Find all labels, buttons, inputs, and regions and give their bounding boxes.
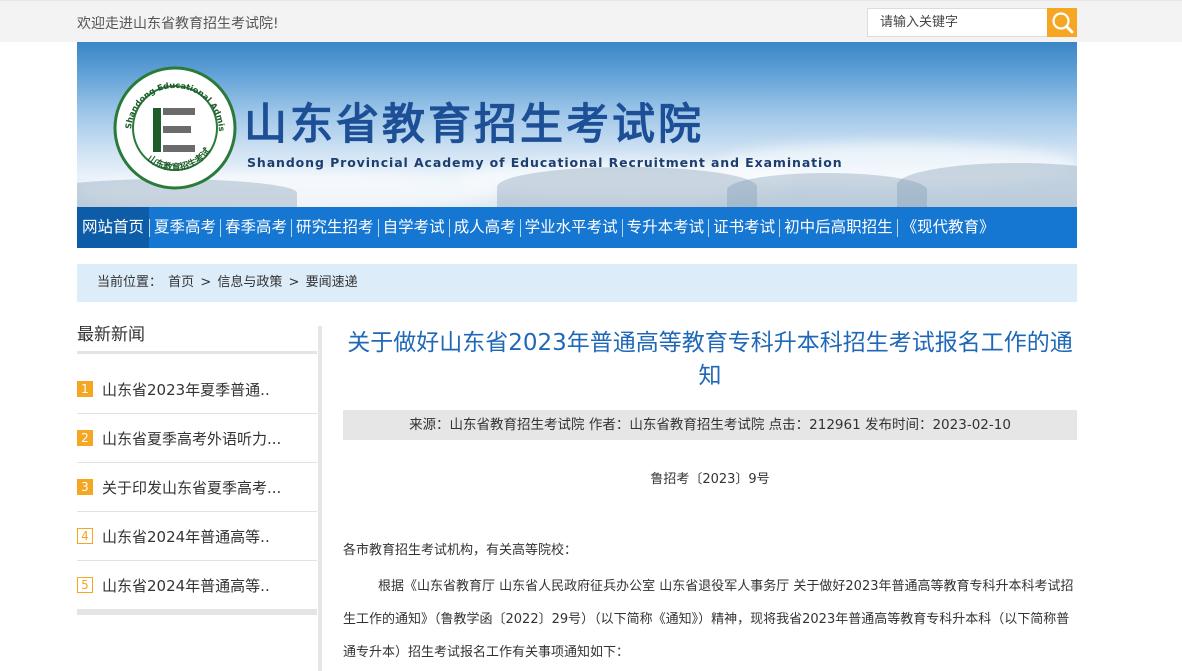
- nav-item-vocational-admission[interactable]: 初中后高职招生: [780, 207, 897, 248]
- breadcrumb-news[interactable]: 要闻速递: [306, 275, 358, 290]
- nav-item-spring-exam[interactable]: 春季高考: [221, 207, 291, 248]
- nav-item-academic-level-exam[interactable]: 学业水平考试: [521, 207, 622, 248]
- sidebar-bottom-bar: [77, 609, 317, 615]
- welcome-text: 欢迎走进山东省教育招生考试院!: [77, 16, 279, 32]
- article: 关于做好山东省2023年普通高等教育专科升本科招生考试报名工作的通知 来源：山东…: [343, 320, 1077, 660]
- nav-item-self-study-exam[interactable]: 自学考试: [379, 207, 449, 248]
- breadcrumb-separator: >: [200, 275, 212, 290]
- column-divider: [318, 326, 322, 671]
- breadcrumb: 当前位置： 首页 > 信息与政策 > 要闻速递: [77, 264, 1077, 302]
- nav-item-summer-exam[interactable]: 夏季高考: [150, 207, 220, 248]
- latest-news-sidebar: 最新新闻 1 山东省2023年夏季普通.. 2 山东省夏季高考外语听力... 3…: [77, 320, 317, 620]
- breadcrumb-home[interactable]: 首页: [168, 275, 194, 290]
- news-title[interactable]: 关于印发山东省夏季高考...: [102, 477, 281, 498]
- search-button[interactable]: [1047, 8, 1077, 37]
- nav-item-home[interactable]: 网站首页: [77, 207, 150, 248]
- news-item[interactable]: 2 山东省夏季高考外语听力...: [77, 414, 317, 463]
- rank-badge: 3: [77, 479, 93, 495]
- rank-badge: 2: [77, 430, 93, 446]
- header-banner: Shandong Educational Admission & Examina…: [77, 42, 1077, 207]
- breadcrumb-policy[interactable]: 信息与政策: [217, 275, 282, 290]
- nav-item-adult-exam[interactable]: 成人高考: [450, 207, 520, 248]
- breadcrumb-separator: >: [288, 275, 300, 290]
- news-list: 1 山东省2023年夏季普通.. 2 山东省夏季高考外语听力... 3 关于印发…: [77, 365, 317, 610]
- news-item[interactable]: 3 关于印发山东省夏季高考...: [77, 463, 317, 512]
- article-title: 关于做好山东省2023年普通高等教育专科升本科招生考试报名工作的通知: [347, 330, 1073, 389]
- site-subtitle: Shandong Provincial Academy of Education…: [247, 155, 843, 170]
- news-item[interactable]: 5 山东省2024年普通高等..: [77, 561, 317, 610]
- rank-badge: 1: [77, 381, 93, 397]
- search-box: [867, 8, 1077, 37]
- nav-item-modern-education[interactable]: 《现代教育》: [898, 207, 999, 248]
- main-nav: 网站首页 夏季高考 春季高考 研究生招考 自学考试 成人高考 学业水平考试 专升…: [77, 207, 1077, 248]
- news-item[interactable]: 4 山东省2024年普通高等..: [77, 512, 317, 561]
- top-bar: 欢迎走进山东省教育招生考试院!: [0, 0, 1182, 42]
- academy-logo: Shandong Educational Admission & Examina…: [113, 66, 237, 190]
- sidebar-divider: [77, 351, 317, 354]
- document-number: 鲁招考〔2023〕9号: [650, 472, 770, 487]
- nav-item-graduate-exam[interactable]: 研究生招考: [292, 207, 378, 248]
- sidebar-title: 最新新闻: [77, 325, 145, 345]
- search-icon: [1052, 12, 1074, 34]
- site-title: 山东省教育招生考试院: [244, 100, 704, 150]
- search-input[interactable]: [868, 9, 1048, 36]
- news-title[interactable]: 山东省2024年普通高等..: [102, 575, 270, 596]
- article-meta: 来源：山东省教育招生考试院 作者：山东省教育招生考试院 点击：212961 发布…: [343, 410, 1077, 440]
- news-title[interactable]: 山东省2024年普通高等..: [102, 526, 270, 547]
- news-item[interactable]: 1 山东省2023年夏季普通..: [77, 365, 317, 414]
- nav-item-certificate-exam[interactable]: 证书考试: [709, 207, 779, 248]
- article-body: 根据《山东省教育厅 山东省人民政府征兵办公室 山东省退役军人事务厅 关于做好20…: [343, 579, 1074, 660]
- rank-badge: 4: [77, 528, 93, 544]
- article-salutation: 各市教育招生考试机构，有关高等院校：: [343, 543, 578, 558]
- breadcrumb-prefix: 当前位置：: [97, 275, 163, 290]
- news-title[interactable]: 山东省夏季高考外语听力...: [102, 428, 281, 449]
- news-title[interactable]: 山东省2023年夏季普通..: [102, 379, 270, 400]
- nav-item-upgrade-exam[interactable]: 专升本考试: [623, 207, 709, 248]
- rank-badge: 5: [77, 577, 93, 593]
